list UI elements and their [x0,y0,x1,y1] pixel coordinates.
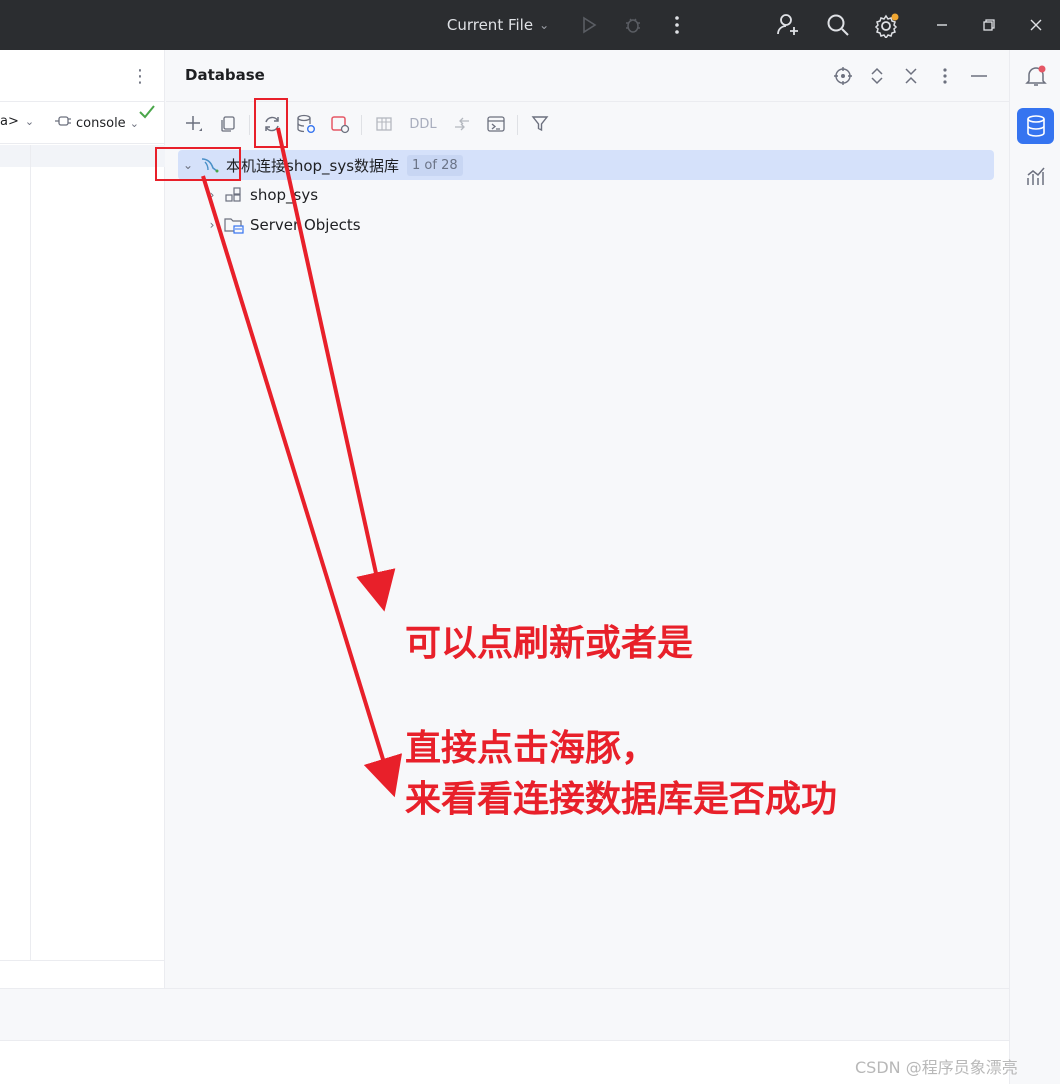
divider [361,115,362,135]
console-icon[interactable] [483,112,509,136]
minimize-icon[interactable] [922,0,962,50]
datasource-properties-icon[interactable] [293,112,319,136]
ddl-button[interactable]: DDL [405,112,441,136]
disconnect-icon[interactable] [327,112,353,136]
tree-schema-node[interactable]: › shop_sys [202,180,318,210]
console-label: console [76,115,126,131]
run-config-selector[interactable]: Current File ⌄ [436,0,560,50]
expand-all-icon[interactable] [865,64,889,88]
title-bar: Current File ⌄ [0,0,1060,50]
settings-icon[interactable] [867,0,907,50]
schema-icon [222,185,246,205]
annotation-text-2: 直接点击海豚， [405,728,658,769]
schema-count-badge: 1 of 28 [407,154,463,176]
database-tool-icon[interactable] [1017,108,1054,144]
database-toolbar: DDL [166,103,1009,145]
database-header: Database [166,50,1009,102]
collapse-all-icon[interactable] [899,64,923,88]
run-icon[interactable] [569,0,609,50]
schema-selector[interactable]: a> ⌄ [0,114,34,129]
tree-node-label: Server Objects [250,216,361,234]
annotation-box-refresh [254,98,288,148]
filter-icon[interactable] [527,112,553,136]
close-icon[interactable] [1016,0,1056,50]
add-user-icon[interactable] [768,0,808,50]
annotation-text-1: 可以点刷新或者是 [405,623,694,664]
search-icon[interactable] [818,0,858,50]
more-vert-icon[interactable] [933,64,957,88]
table-view-icon[interactable] [371,112,397,136]
editor-tabs-bar: ⋮ [0,50,165,102]
server-objects-icon [222,215,246,235]
right-tool-strip [1009,50,1060,1084]
notifications-icon[interactable] [1017,58,1054,94]
tree-connection-node[interactable]: ⌄ 本机连接shop_sys数据库 1 of 28 [178,150,994,180]
chevron-down-icon: ⌄ [24,115,35,128]
console-selector[interactable]: console ⌄ [54,114,139,132]
annotation-text-3: 来看看连接数据库是否成功 [405,779,838,820]
tree-server-objects-node[interactable]: › Server Objects [202,210,361,240]
debug-icon[interactable] [613,0,653,50]
ddl-label: DDL [409,116,437,132]
chevron-right-icon[interactable]: › [202,188,222,202]
minimize-panel-icon[interactable] [967,64,991,88]
tree-node-label: shop_sys [250,186,319,204]
chevron-down-icon: ⌄ [539,18,550,32]
jump-to-icon[interactable] [449,112,475,136]
divider [249,115,250,135]
add-icon[interactable] [181,112,207,136]
watermark: CSDN @程序员象漂亮 [855,1058,1018,1077]
run-config-label: Current File [446,16,534,34]
check-icon [138,104,156,124]
profiler-icon[interactable] [1017,158,1054,194]
annotation-box-dolphin [155,147,241,181]
more-vert-icon[interactable]: ⋮ [130,64,150,88]
duplicate-icon[interactable] [215,112,241,136]
schema-selector-label: a> [0,114,19,129]
divider [0,960,165,961]
locate-icon[interactable] [831,64,855,88]
database-title: Database [185,66,265,84]
restore-icon[interactable] [969,0,1009,50]
editor-current-line[interactable] [0,145,165,167]
more-vert-icon[interactable] [657,0,697,50]
connection-name: 本机连接shop_sys数据库 [226,156,400,175]
chevron-right-icon[interactable]: › [202,218,222,232]
plug-icon [54,114,72,132]
divider [517,115,518,135]
gutter-divider [30,145,31,960]
editor-panel: ⋮ a> ⌄ console ⌄ [0,50,165,988]
database-panel: Database DDL ⌄ 本机连接shop_sys数据库 1 of 28 ›… [166,50,1009,988]
